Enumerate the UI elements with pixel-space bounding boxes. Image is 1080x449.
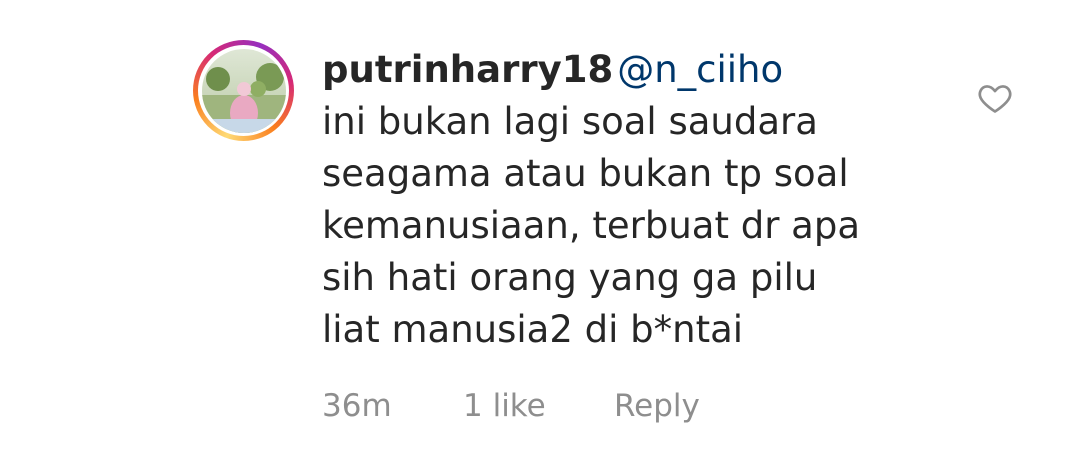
comment-text-line: seagama atau bukan tp soal xyxy=(322,152,849,195)
mention-link[interactable]: @n_ciiho xyxy=(617,48,783,91)
likes-count-link[interactable]: 1 like xyxy=(463,388,614,424)
avatar-story-ring[interactable] xyxy=(193,40,294,141)
comment-body: putrinharry18 @n_ciiho ini bukan lagi soa… xyxy=(322,44,962,356)
comment-text-line: sih hati orang yang ga pilu xyxy=(322,256,818,299)
comment-text-line: kemanusiaan, terbuat dr apa xyxy=(322,204,861,247)
comment-text-line: liat manusia2 di b*ntai xyxy=(322,308,744,351)
avatar-border xyxy=(198,45,289,136)
comment-timestamp: 36m xyxy=(322,388,392,424)
heart-outline-icon[interactable] xyxy=(976,80,1014,116)
reply-button[interactable]: Reply xyxy=(614,388,700,424)
username-link[interactable]: putrinharry18 xyxy=(322,48,613,91)
comment-header: putrinharry18 @n_ciiho xyxy=(322,44,962,96)
comment-text-line: ini bukan lagi soal saudara xyxy=(322,100,818,143)
avatar[interactable] xyxy=(201,48,286,133)
comment-meta: 36m 1 like Reply xyxy=(322,388,700,424)
comment-item: putrinharry18 @n_ciiho ini bukan lagi soa… xyxy=(0,0,1080,449)
